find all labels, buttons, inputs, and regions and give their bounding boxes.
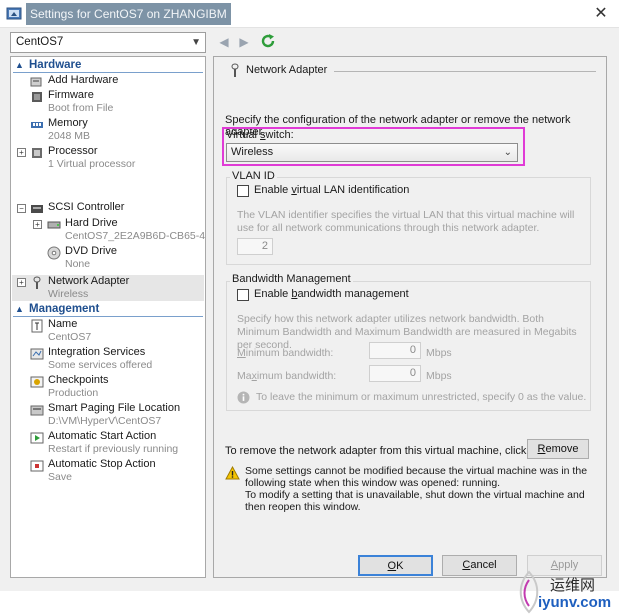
warning-icon — [225, 466, 240, 480]
warning-text: Some settings cannot be modified because… — [245, 465, 588, 513]
maximum-bandwidth-label: Maximum bandwidth: — [237, 370, 337, 382]
vlan-group-title: VLAN ID — [230, 170, 277, 182]
network-adapter-panel: Network Adapter Specify the configuratio… — [213, 56, 607, 578]
network-adapter-icon — [33, 276, 41, 289]
maximum-bandwidth-unit: Mbps — [426, 370, 452, 382]
cancel-button[interactable]: Cancel — [442, 555, 517, 576]
vlan-help-text: The VLAN identifier specifies the virtua… — [237, 209, 575, 234]
tree-item-dvd-drive[interactable]: DVD Drive None — [47, 245, 205, 271]
integration-services-icon — [30, 348, 44, 360]
processor-icon — [32, 148, 42, 158]
management-section-header[interactable]: ▲ Management — [13, 303, 203, 317]
minimum-bandwidth-label: Minimum bandwidth: — [237, 347, 334, 359]
settings-app-icon — [6, 7, 22, 20]
site-watermark: 运维网 iyunv.com — [510, 568, 619, 616]
enable-vlan-checkbox[interactable] — [237, 185, 249, 197]
collapse-icon[interactable]: ▲ — [15, 59, 24, 72]
memory-icon — [31, 122, 43, 128]
scsi-controller-icon — [31, 205, 43, 213]
expand-icon[interactable]: + — [33, 220, 42, 229]
add-hardware-icon — [30, 77, 42, 87]
firmware-chip-icon — [32, 92, 42, 102]
heading-divider — [334, 71, 596, 72]
tree-item-integration-services[interactable]: Integration Services Some services offer… — [30, 346, 200, 372]
remove-button[interactable]: Remove — [527, 439, 589, 459]
hardware-section-header[interactable]: ▲ Hardware — [13, 59, 203, 73]
remove-instruction: To remove the network adapter from this … — [225, 445, 574, 457]
maximum-bandwidth-input[interactable]: 0 — [369, 365, 421, 382]
vlan-id-input[interactable]: 2 — [237, 238, 273, 255]
info-icon — [237, 391, 250, 404]
panel-heading: Network Adapter — [228, 63, 598, 79]
bandwidth-info-text: To leave the minimum or maximum unrestri… — [256, 391, 587, 403]
virtual-switch-dropdown[interactable]: Wireless ⌄ — [226, 143, 518, 162]
name-text-icon — [31, 319, 43, 333]
back-arrow-icon[interactable]: ◀ — [216, 33, 232, 51]
close-icon[interactable]: ✕ — [591, 4, 611, 24]
tree-item-hard-drive[interactable]: Hard Drive CentOS7_2E2A9B6D-CB65-46... — [47, 217, 205, 243]
window-title: Settings for CentOS7 on ZHANGIBM — [26, 3, 231, 25]
running-state-warning: Some settings cannot be modified because… — [245, 465, 595, 513]
virtual-switch-value: Wireless — [231, 146, 274, 158]
tree-item-checkpoints[interactable]: Checkpoints Production — [30, 374, 200, 400]
enable-vlan-label: Enable virtual LAN identification — [254, 184, 410, 196]
settings-tree: ▲ Hardware Add Hardware Firmware Boot fr… — [10, 56, 206, 578]
tree-item-firmware[interactable]: Firmware Boot from File — [30, 89, 200, 115]
chevron-down-icon: ▼ — [191, 37, 201, 48]
vm-selector[interactable]: CentOS7 ▼ — [10, 32, 206, 53]
automatic-start-icon — [30, 432, 44, 444]
virtual-switch-label: Virtual switch: — [226, 129, 294, 141]
hard-drive-icon — [47, 221, 61, 229]
tree-item-processor[interactable]: Processor 1 Virtual processor — [30, 145, 200, 171]
expand-icon[interactable]: + — [17, 278, 26, 287]
forward-arrow-icon[interactable]: ▶ — [236, 33, 252, 51]
tree-item-automatic-start[interactable]: Automatic Start Action Restart if previo… — [30, 430, 200, 456]
tree-item-network-adapter[interactable]: Network Adapter Wireless — [30, 275, 200, 301]
tree-item-memory[interactable]: Memory 2048 MB — [30, 117, 200, 143]
collapse-tree-icon[interactable]: − — [17, 204, 26, 213]
enable-bandwidth-label: Enable bandwidth management — [254, 288, 409, 300]
ok-button[interactable]: OK — [358, 555, 433, 576]
collapse-icon[interactable]: ▲ — [15, 303, 24, 316]
watermark-line1: 运维网 — [550, 576, 596, 594]
smart-paging-icon — [30, 405, 44, 416]
minimum-bandwidth-unit: Mbps — [426, 347, 452, 359]
title-bar: Settings for CentOS7 on ZHANGIBM ✕ — [0, 0, 619, 28]
minimum-bandwidth-input[interactable]: 0 — [369, 342, 421, 359]
settings-dialog: CentOS7 ▼ ◀ ▶ ▲ Hardware Add Hardware Fi… — [0, 28, 619, 614]
enable-bandwidth-checkbox[interactable] — [237, 289, 249, 301]
expand-icon[interactable]: + — [17, 148, 26, 157]
tree-item-automatic-stop[interactable]: Automatic Stop Action Save — [30, 458, 200, 484]
vm-selector-value: CentOS7 — [16, 36, 64, 48]
tree-item-smart-paging[interactable]: Smart Paging File Location D:\VM\HyperV\… — [30, 402, 200, 428]
automatic-stop-icon — [30, 460, 44, 472]
checkpoints-icon — [30, 376, 44, 388]
chevron-down-icon: ⌄ — [503, 147, 512, 158]
bandwidth-group-title: Bandwidth Management — [230, 273, 353, 285]
watermark-line2: iyunv.com — [538, 594, 612, 611]
tree-item-name[interactable]: Name CentOS7 — [30, 318, 200, 344]
refresh-icon[interactable] — [260, 33, 276, 49]
network-adapter-icon — [231, 63, 239, 77]
dvd-disc-icon — [47, 246, 61, 260]
